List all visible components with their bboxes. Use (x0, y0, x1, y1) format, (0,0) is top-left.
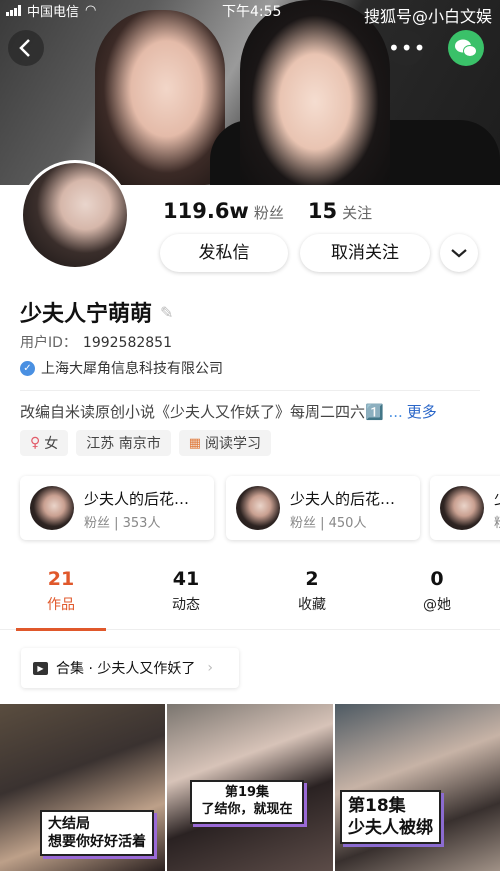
following-stat[interactable]: 15 关注 (308, 199, 372, 223)
signal-icon (6, 5, 21, 16)
bio: 改编自米读原创小说《少夫人又作妖了》每周二四六1️⃣ ... 更多 (20, 401, 437, 422)
caption-line: 大结局 (48, 816, 90, 832)
female-icon: ♀ (30, 435, 41, 451)
video-thumbnail[interactable] (335, 704, 500, 871)
collection-title: 少夫人的后花… (84, 490, 190, 508)
profile-banner (0, 0, 500, 185)
tab-mentions[interactable]: 0 @她 (392, 568, 482, 614)
profile-name: 少夫人宁萌萌 (20, 302, 153, 327)
grid-icon: ▦ (188, 435, 202, 451)
tab-activity[interactable]: 41 动态 (141, 568, 231, 614)
more-button[interactable]: ••• (388, 30, 427, 66)
following-label: 关注 (342, 204, 373, 222)
collection-title: 少 (494, 488, 500, 509)
back-button[interactable] (8, 30, 44, 66)
collection-title: 少夫人的后花… (290, 490, 396, 508)
active-tab-indicator (16, 628, 106, 631)
tab-count: 41 (172, 568, 200, 590)
collection-subtitle: 粉丝 | 450人 (290, 516, 367, 531)
carrier-label: 中国电信 (27, 5, 80, 20)
collection-card[interactable]: 少夫人的后花… 粉丝 | 450人 (226, 476, 420, 540)
video-caption: 大结局 想要你好好活着 (40, 810, 154, 857)
gender-tag: ♀ 女 (20, 430, 69, 456)
tab-label: 收藏 (298, 597, 326, 613)
chevron-down-icon (451, 249, 467, 258)
video-caption: 第18集 少夫人被绑 (340, 790, 441, 845)
playlist-icon: ▶ (33, 661, 48, 675)
caption-line: 第19集 (224, 785, 270, 800)
user-id-label: 用户ID： (20, 335, 77, 351)
collection-thumbnail (236, 486, 280, 530)
location-label: 江苏 南京市 (86, 436, 161, 452)
following-count: 15 (307, 199, 338, 223)
banner-actor-image (240, 0, 390, 185)
tab-label: @她 (423, 597, 451, 613)
caption-line: 想要你好好活着 (48, 834, 146, 851)
caption-line: 少夫人被绑 (348, 818, 433, 839)
verification-row: ✓ 上海大犀角信息科技有限公司 (20, 358, 223, 378)
unfollow-button[interactable]: 取消关注 (300, 234, 430, 272)
more-icon: ••• (388, 36, 427, 60)
followers-label: 粉丝 (253, 204, 284, 222)
profile-stats: 119.6w 粉丝 15 关注 (163, 199, 372, 223)
name-row: 少夫人宁萌萌 ✎ (20, 296, 173, 328)
video-caption: 第19集 了结你，就现在 (190, 780, 304, 824)
interest-tag[interactable]: ▦ 阅读学习 (178, 430, 272, 456)
tab-label: 作品 (47, 597, 75, 613)
wechat-icon (455, 39, 477, 57)
tab-label: 动态 (172, 597, 200, 613)
expand-button[interactable] (440, 234, 478, 272)
tab-works[interactable]: 21 作品 (16, 568, 106, 614)
avatar[interactable] (20, 160, 130, 270)
video-thumbnail[interactable]: 大结局 想要你好好活着 (0, 704, 165, 871)
chevron-left-icon (19, 39, 30, 57)
chevron-right-icon: › (207, 660, 213, 676)
collection-card[interactable]: 少 粉 (430, 476, 500, 540)
album-button[interactable]: ▶ 合集 · 少夫人又作妖了 › (21, 648, 239, 688)
status-time: 下午4:55 (222, 4, 282, 20)
followers-count: 119.6w (163, 199, 249, 223)
interest-label: 阅读学习 (205, 436, 262, 452)
divider (20, 390, 480, 391)
tab-favorites[interactable]: 2 收藏 (267, 568, 357, 614)
followers-stat[interactable]: 119.6w 粉丝 (163, 199, 284, 223)
profile-tags: ♀ 女 江苏 南京市 ▦ 阅读学习 (20, 430, 272, 456)
verification-text: 上海大犀角信息科技有限公司 (41, 361, 223, 377)
gender-label: 女 (44, 436, 59, 452)
user-id-value: 1992582851 (82, 335, 172, 351)
tab-count: 0 (430, 568, 444, 590)
wechat-share-button[interactable] (448, 30, 484, 66)
edit-icon[interactable]: ✎ (160, 303, 173, 322)
bio-text: 改编自米读原创小说《少夫人又作妖了》每周二四六 (20, 403, 366, 421)
location-tag: 江苏 南京市 (76, 430, 171, 456)
content-tabs: 21 作品 41 动态 2 收藏 0 @她 (0, 568, 500, 631)
user-id-row: 用户ID： 1992582851 (20, 332, 172, 352)
bio-emoji: 1️⃣ ... (365, 403, 403, 421)
message-button[interactable]: 发私信 (160, 234, 288, 272)
tab-count: 21 (47, 568, 75, 590)
status-left: 中国电信 ◠ (6, 1, 96, 20)
tab-count: 2 (305, 568, 319, 590)
banner-actress-image (95, 10, 225, 185)
collection-thumbnail (440, 486, 484, 530)
status-bar: 中国电信 ◠ 下午4:55 搜狐号@小白文娱 (0, 0, 500, 26)
collection-subtitle: 粉丝 | 353人 (84, 516, 161, 531)
wifi-icon: ◠ (85, 3, 97, 18)
album-label: 合集 · 少夫人又作妖了 (56, 661, 196, 677)
caption-line: 了结你，就现在 (201, 801, 293, 817)
collection-card[interactable]: 少夫人的后花… 粉丝 | 353人 (20, 476, 214, 540)
bio-more-link[interactable]: 更多 (407, 403, 437, 421)
verified-check-icon: ✓ (20, 360, 35, 376)
caption-line: 第18集 (348, 796, 406, 816)
collection-thumbnail (30, 486, 74, 530)
watermark: 搜狐号@小白文娱 (363, 7, 492, 26)
collection-subtitle: 粉 (494, 512, 500, 531)
